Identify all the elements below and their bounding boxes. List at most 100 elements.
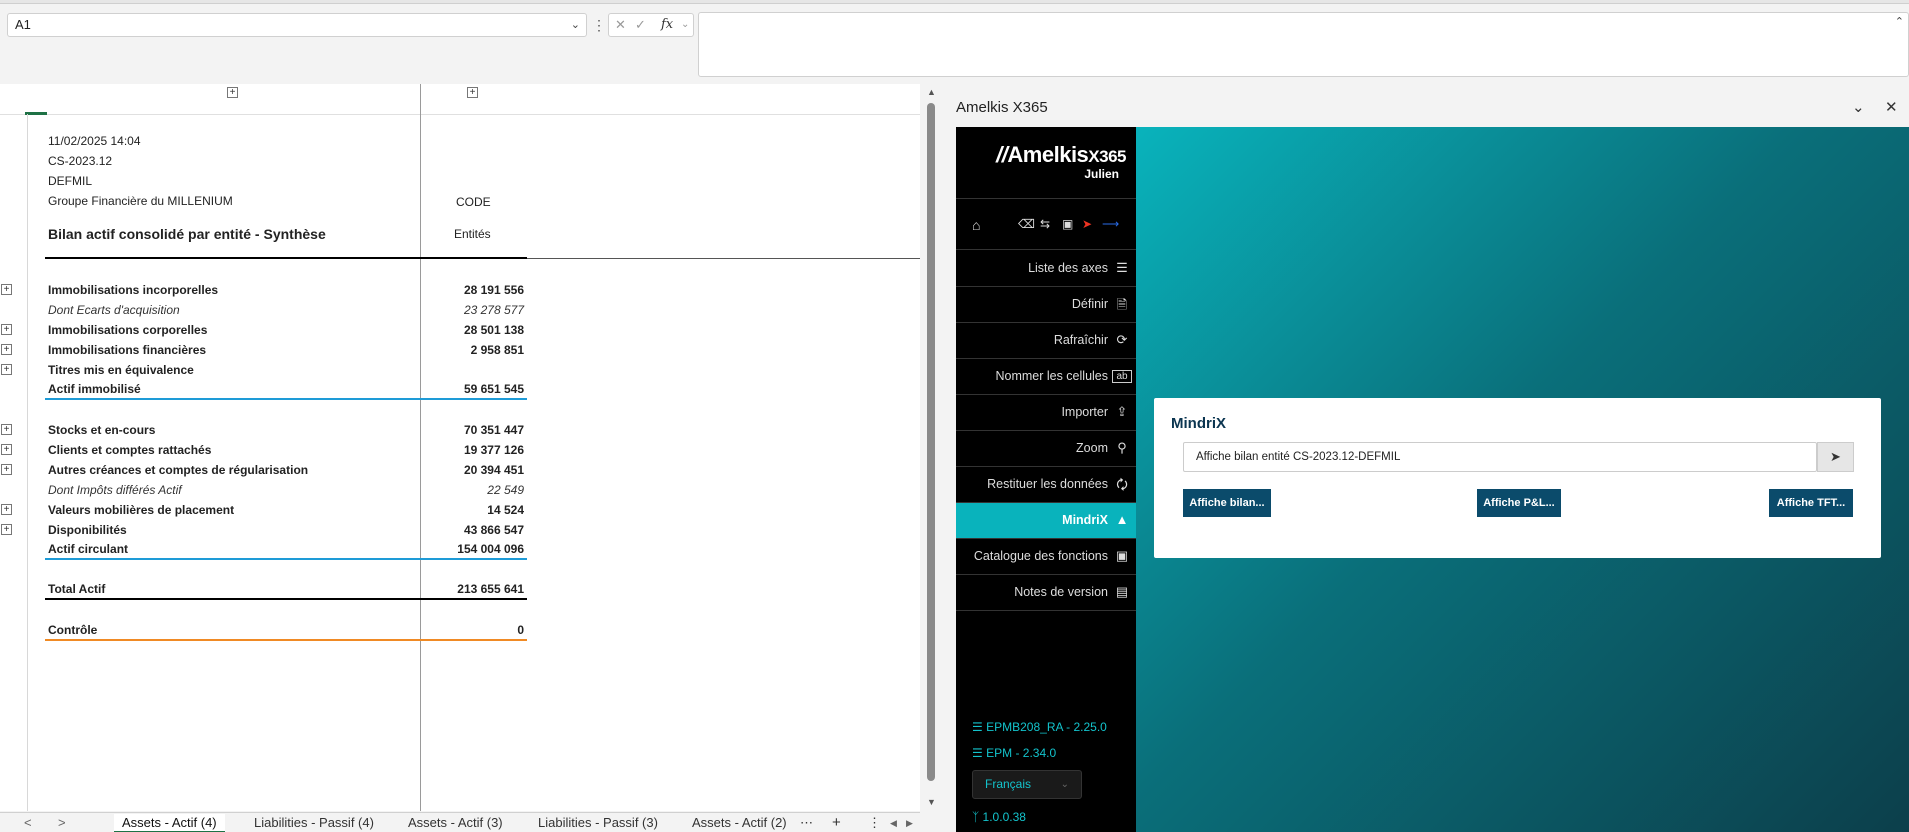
menu-definir[interactable]: Définir 🗎 (956, 287, 1136, 323)
formula-input[interactable]: ⌃ (698, 12, 1909, 77)
menu-catalogue-des-fonctions[interactable]: Catalogue des fonctions ▣ (956, 539, 1136, 575)
menu-label: Zoom (1076, 441, 1108, 455)
user-name: Julien (1084, 167, 1119, 181)
menu-importer[interactable]: Importer ⇪ (956, 395, 1136, 431)
menu-mindrix[interactable]: MindriX ▲ (956, 503, 1136, 539)
menu-label: Nommer les cellules (995, 369, 1108, 383)
name-box-value: A1 (15, 17, 31, 32)
more-vertical-icon[interactable]: ⋮ (868, 814, 881, 832)
language-select[interactable]: Français ⌄ (972, 770, 1082, 799)
row-expand-icon[interactable]: + (1, 344, 12, 355)
send-icon[interactable]: ➤ (1817, 442, 1854, 472)
table-row-value: 28 191 556 (463, 283, 524, 297)
menu-zoom[interactable]: Zoom ⚲ (956, 431, 1136, 467)
upload-icon: ⇪ (1116, 404, 1128, 419)
exit-icon[interactable]: ➤ (1082, 217, 1092, 231)
group-expand-icon[interactable]: + (227, 87, 238, 98)
scroll-left-icon[interactable]: ◀ (890, 814, 897, 832)
swap-icon[interactable]: ⇆ (1040, 217, 1050, 231)
add-sheet-icon[interactable]: + (832, 814, 841, 832)
entities-header: Entités (454, 227, 491, 241)
menu-liste-des-axes[interactable]: Liste des axes ☰ (956, 251, 1136, 287)
report-date: 11/02/2025 14:04 (48, 134, 141, 148)
chevron-down-icon[interactable]: ⌄ (1852, 98, 1865, 116)
collapse-icon[interactable]: ⌃ (1895, 15, 1904, 28)
vertical-scrollbar[interactable]: ▲ ▼ (927, 85, 936, 812)
row-expand-icon[interactable]: + (1, 284, 12, 295)
restore-icon: 🗘 (1116, 477, 1128, 492)
menu-label: Rafraîchir (1053, 333, 1108, 347)
more-tabs-icon[interactable]: ⋯ (800, 814, 813, 832)
eraser-icon[interactable]: ⌫ (1018, 217, 1035, 231)
column-header-rule (0, 114, 920, 115)
mindrix-prompt-input[interactable]: Affiche bilan entité CS-2023.12-DEFMIL (1183, 442, 1817, 472)
tab-liabilities-3[interactable]: Liabilities - Passif (3) (538, 814, 658, 832)
report-entity: DEFMIL (48, 174, 93, 188)
home-icon[interactable]: ⌂ (972, 217, 980, 233)
chevron-down-icon[interactable]: ⌄ (571, 14, 580, 36)
row-expand-icon[interactable]: + (1, 524, 12, 535)
brand-suffix: X365 (1088, 147, 1126, 166)
save-icon[interactable]: ▣ (1062, 217, 1073, 231)
scrollbar-thumb[interactable] (927, 103, 935, 781)
worksheet-grid[interactable]: + + 11/02/2025 14:04 CS-2023.12 DEFMIL G… (0, 84, 920, 811)
group-expand-icon[interactable]: + (467, 87, 478, 98)
close-icon[interactable]: ✕ (1885, 98, 1898, 116)
menu-nommer-les-cellules[interactable]: Nommer les cellules ab (956, 359, 1136, 395)
table-row-value: 43 866 547 (463, 523, 524, 537)
header-rule-bold (45, 257, 527, 259)
menu-notes-de-version[interactable]: Notes de version ▤ (956, 575, 1136, 611)
control-rule (45, 639, 527, 641)
menu-rafraichir[interactable]: Rafraîchir ⟳ (956, 323, 1136, 359)
tab-assets-3[interactable]: Assets - Actif (3) (408, 814, 503, 832)
row-expand-icon[interactable]: + (1, 364, 12, 375)
table-row-value: 20 394 451 (463, 463, 524, 477)
tab-liabilities-4[interactable]: Liabilities - Passif (4) (254, 814, 374, 832)
table-row-label: Stocks et en-cours (48, 423, 156, 437)
affiche-tft-button[interactable]: Affiche TFT... (1769, 489, 1853, 517)
chevron-down-icon[interactable]: ⌄ (681, 14, 689, 36)
formula-controls: ✕ ✓ fx ⌄ (608, 13, 694, 37)
table-row-value: 23 278 577 (463, 303, 524, 317)
row-expand-icon[interactable]: + (1, 424, 12, 435)
check-icon[interactable]: ✓ (635, 14, 646, 36)
pin-icon[interactable]: ⟶ (1102, 217, 1119, 231)
tab-assets-2[interactable]: Assets - Actif (2) (692, 814, 787, 832)
task-pane-title: Amelkis X365 (956, 99, 1048, 116)
report-group: Groupe Financière du MILLENIUM (48, 194, 233, 208)
scroll-right-icon[interactable]: ▶ (906, 814, 913, 832)
report-title: Bilan actif consolidé par entité - Synth… (48, 226, 326, 242)
name-box[interactable]: A1 ⌄ (7, 13, 587, 37)
more-vertical-icon[interactable]: ⋮ (592, 13, 606, 37)
scroll-down-icon[interactable]: ▼ (927, 797, 936, 807)
menu-label: Importer (1061, 405, 1108, 419)
tab-prev-icon[interactable]: < (24, 814, 32, 832)
fx-icon[interactable]: fx (661, 14, 673, 36)
row-expand-icon[interactable]: + (1, 324, 12, 335)
active-cell-marker (25, 112, 47, 115)
row-expand-icon[interactable]: + (1, 504, 12, 515)
menu-restituer-les-donnees[interactable]: Restituer les données 🗘 (956, 467, 1136, 503)
scroll-up-icon[interactable]: ▲ (927, 87, 936, 97)
refresh-icon: ⟳ (1116, 332, 1128, 347)
menu-label: Notes de version (1014, 585, 1108, 599)
version-epmb: ☰ EPMB208_RA - 2.25.0 (972, 720, 1107, 734)
affiche-pl-button[interactable]: Affiche P&L... (1477, 489, 1561, 517)
tab-next-icon[interactable]: > (58, 814, 66, 832)
zoom-icon: ⚲ (1117, 440, 1127, 455)
excel-window: A1 ⌄ ⋮ ✕ ✓ fx ⌄ ⌃ + + 11/02/2025 14:04 C… (0, 0, 1909, 832)
cancel-icon[interactable]: ✕ (615, 14, 626, 36)
row-expand-icon[interactable]: + (1, 444, 12, 455)
tab-assets-4[interactable]: Assets - Actif (4) (114, 814, 225, 832)
subtotal-label: Actif immobilisé (48, 382, 141, 396)
database-icon: ☰ (972, 746, 983, 760)
affiche-bilan-button[interactable]: Affiche bilan... (1183, 489, 1271, 517)
table-row-label: Immobilisations incorporelles (48, 283, 219, 297)
version-epm: ☰ EPM - 2.34.0 (972, 746, 1056, 760)
row-expand-icon[interactable]: + (1, 464, 12, 475)
subtotal-value: 154 004 096 (457, 542, 524, 556)
database-icon: ☰ (972, 720, 983, 734)
subtotal-rule (45, 398, 527, 400)
code-header: CODE (456, 195, 491, 209)
table-row-value: 70 351 447 (463, 423, 524, 437)
